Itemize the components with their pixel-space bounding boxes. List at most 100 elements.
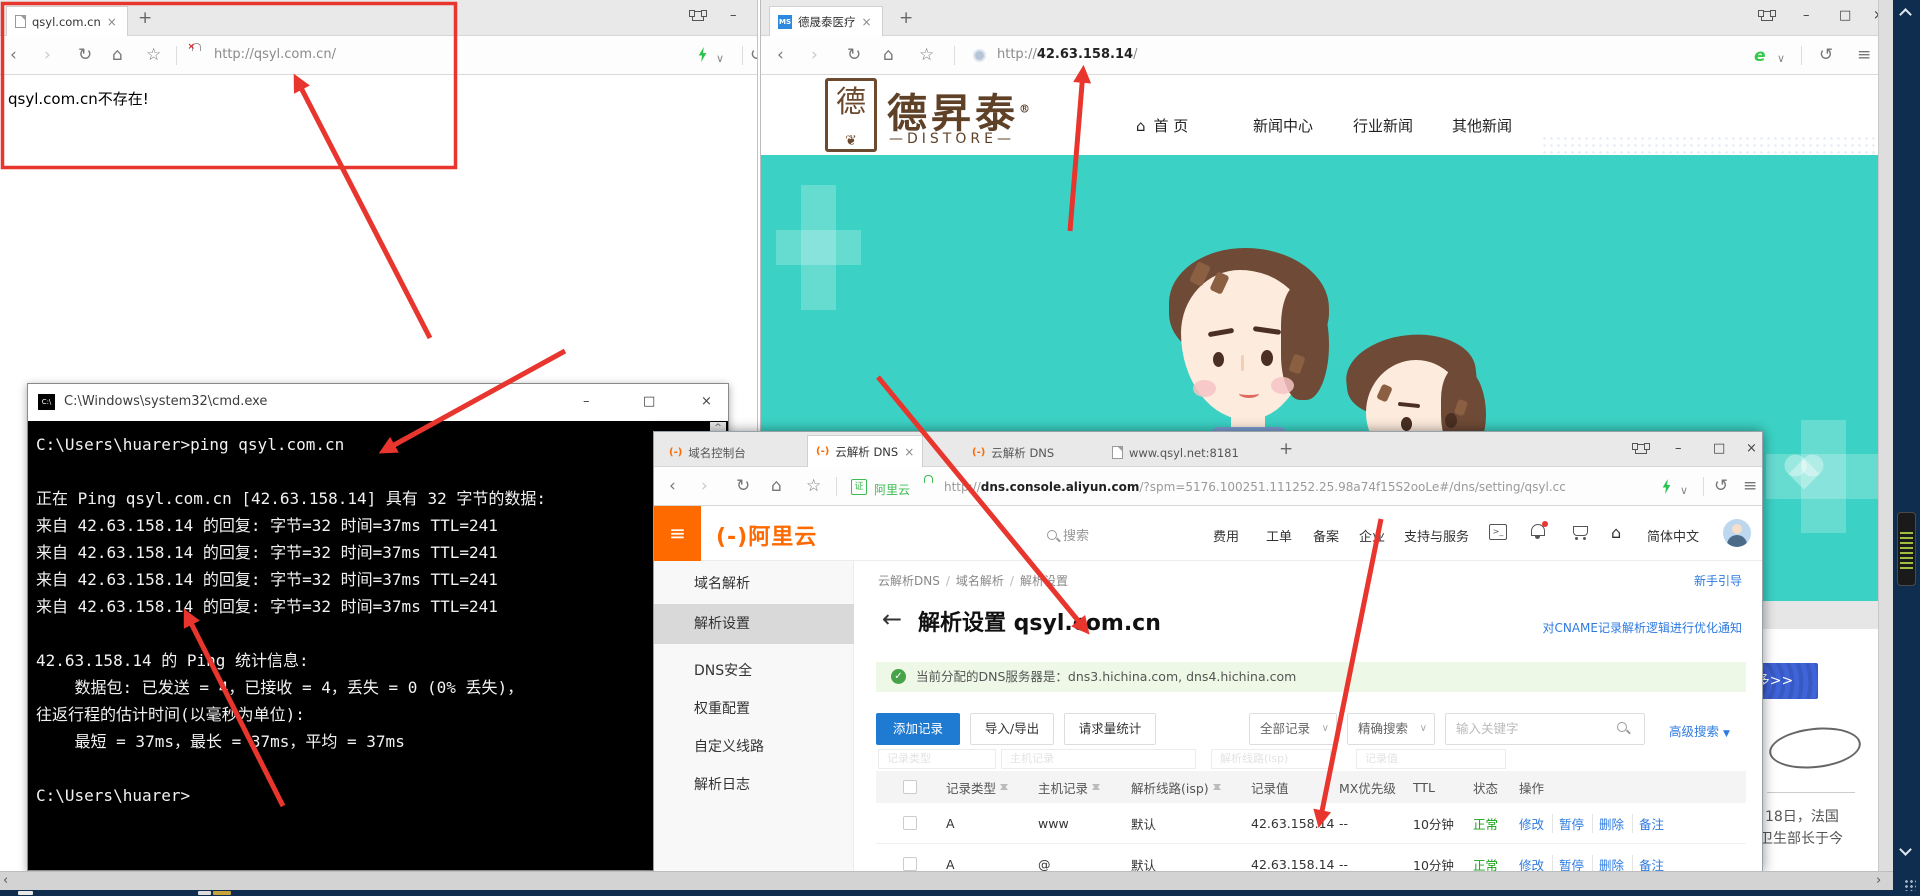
menu-enterprise[interactable]: 企业 [1359, 526, 1385, 545]
guide-link[interactable]: 新手引导 [1694, 572, 1742, 589]
maximize-button[interactable]: □ [1713, 441, 1725, 456]
forward-icon[interactable]: › [701, 476, 708, 496]
col-record-type[interactable]: 记录类型 [946, 771, 1009, 803]
avatar[interactable] [1723, 519, 1751, 547]
new-tab-button[interactable]: + [899, 8, 913, 28]
sort-icon[interactable] [1092, 781, 1101, 793]
remark-link[interactable]: 备注 [1639, 855, 1672, 872]
star-icon[interactable]: ☆ [919, 45, 934, 65]
add-record-button[interactable]: 添加记录 [876, 713, 960, 745]
page-scrollbar[interactable] [1878, 0, 1893, 871]
close-tab-icon[interactable]: × [107, 15, 117, 29]
undo-icon[interactable]: ↺ [1819, 45, 1833, 65]
request-stats-button[interactable]: 请求量统计 [1064, 713, 1156, 745]
site-info-icon[interactable] [973, 49, 986, 62]
aliyun-logo[interactable]: (-)阿里云 [716, 519, 817, 551]
sidebar-item-dns-security[interactable]: DNS安全 [654, 651, 854, 691]
back-icon[interactable]: ‹ [777, 45, 784, 65]
scroll-down-icon[interactable] [1899, 843, 1912, 856]
col-host[interactable]: 主机记录 [1038, 771, 1101, 803]
resize-grip[interactable] [1904, 879, 1916, 891]
refresh-icon[interactable]: ↻ [78, 45, 92, 65]
chevron-down-icon[interactable]: ∨ [1777, 49, 1785, 69]
home-icon[interactable]: ⌂ [883, 45, 894, 65]
language-selector[interactable]: 简体中文 [1647, 526, 1699, 545]
menu-billing[interactable]: 费用 [1213, 526, 1239, 545]
undo-icon[interactable]: ↺ [750, 45, 757, 65]
minimize-button[interactable]: – [583, 394, 590, 409]
nav-other-news[interactable]: 其他新闻 [1452, 115, 1512, 136]
select-all-checkbox[interactable] [903, 780, 917, 794]
pause-link[interactable]: 暂停 [1559, 813, 1594, 833]
skin-icon[interactable] [1632, 441, 1650, 454]
advanced-search-link[interactable]: 高级搜索 ▼ [1669, 721, 1730, 740]
sidebar-item-resolve-settings[interactable]: 解析设置 [654, 604, 854, 644]
tab-distore[interactable]: MS 德晟泰医疗 × [769, 6, 883, 36]
import-export-button[interactable]: 导入/导出 [970, 713, 1054, 745]
refresh-icon[interactable]: ↻ [847, 45, 861, 65]
ie-icon[interactable]: e [1754, 46, 1766, 66]
skin-icon[interactable] [689, 8, 707, 21]
col-line[interactable]: 解析线路(isp) [1131, 771, 1221, 803]
menu-tickets[interactable]: 工单 [1266, 526, 1292, 545]
address-bar[interactable]: http://qsyl.com.cn/ [214, 47, 336, 62]
sidebar-item-resolve-log[interactable]: 解析日志 [654, 765, 854, 805]
search-mode-select[interactable]: 精确搜索 ∨ [1347, 713, 1435, 745]
forward-icon[interactable]: › [811, 45, 818, 65]
home-icon[interactable]: ⌂ [771, 476, 782, 496]
console-search[interactable]: 搜索 [1047, 525, 1089, 544]
remark-link[interactable]: 备注 [1639, 814, 1672, 833]
pause-link[interactable]: 暂停 [1559, 854, 1594, 871]
record-type-select[interactable]: 全部记录 ∨ [1249, 713, 1337, 745]
sidebar-item-weight-config[interactable]: 权重配置 [654, 689, 854, 729]
scroll-up-icon[interactable] [1899, 8, 1912, 21]
new-tab-button[interactable]: + [1279, 439, 1293, 459]
skin-icon[interactable] [1758, 8, 1776, 21]
close-button[interactable]: × [1746, 441, 1757, 456]
news-snippet-line[interactable]: 18日，法国 [1765, 806, 1839, 826]
cname-notice-link[interactable]: 对CNAME记录解析逻辑进行优化通知 [1542, 619, 1742, 636]
star-icon[interactable]: ☆ [146, 45, 161, 65]
search-icon[interactable] [1617, 722, 1627, 732]
news-snippet-line[interactable]: 卫生部长于今 [1759, 828, 1843, 848]
minimize-button[interactable]: – [730, 8, 737, 23]
forward-icon[interactable]: › [44, 45, 51, 65]
refresh-icon[interactable]: ↻ [736, 476, 750, 496]
menu-icp[interactable]: 备案 [1313, 526, 1339, 545]
row-checkbox[interactable] [903, 857, 917, 871]
home-icon[interactable]: ⌂ [1611, 523, 1621, 542]
chevron-down-icon[interactable]: ∨ [716, 49, 724, 69]
sidebar-item-custom-line[interactable]: 自定义线路 [654, 727, 854, 767]
outer-horizontal-scrollbar[interactable]: ‹ › [0, 871, 1893, 890]
delete-link[interactable]: 删除 [1599, 854, 1634, 871]
new-tab-button[interactable]: + [138, 8, 152, 28]
keyword-input[interactable] [1445, 713, 1645, 745]
close-tab-icon[interactable]: × [904, 445, 914, 459]
sort-icon[interactable] [1212, 781, 1221, 793]
breadcrumb-item[interactable]: 云解析DNS [878, 574, 940, 588]
scrollbar-thumb[interactable] [1897, 512, 1916, 586]
bolt-icon[interactable] [698, 47, 707, 62]
cart-icon[interactable] [1573, 526, 1588, 540]
menu-icon[interactable]: ≡ [1857, 45, 1871, 65]
address-bar[interactable]: http://dns.console.aliyun.com/?spm=5176.… [944, 480, 1566, 494]
chevron-down-icon[interactable]: ∨ [1680, 481, 1688, 501]
scroll-right-icon[interactable]: › [1876, 873, 1881, 888]
sidebar-item-domain-resolve[interactable]: 域名解析 [654, 564, 854, 604]
minimize-button[interactable]: – [1803, 8, 1810, 23]
home-icon[interactable]: ⌂ [112, 45, 123, 65]
address-bar[interactable]: http://42.63.158.14/ [997, 47, 1137, 62]
maximize-button[interactable]: □ [1839, 8, 1851, 23]
tab-dns-active[interactable]: (-) 云解析 DNS × [807, 435, 924, 467]
back-icon[interactable]: ‹ [10, 45, 17, 65]
undo-icon[interactable]: ↺ [1714, 476, 1728, 496]
bolt-icon[interactable] [1662, 479, 1671, 494]
hamburger-menu-icon[interactable]: ≡ [654, 506, 701, 561]
delete-link[interactable]: 删除 [1599, 813, 1634, 833]
tab-dns-2[interactable]: (-) 云解析 DNS [964, 438, 1062, 467]
maximize-button[interactable]: □ [643, 394, 655, 409]
minimize-button[interactable]: – [1675, 441, 1682, 456]
back-arrow-icon[interactable]: ← [882, 605, 902, 633]
bell-icon[interactable] [1531, 521, 1548, 539]
row-checkbox[interactable] [903, 816, 917, 830]
